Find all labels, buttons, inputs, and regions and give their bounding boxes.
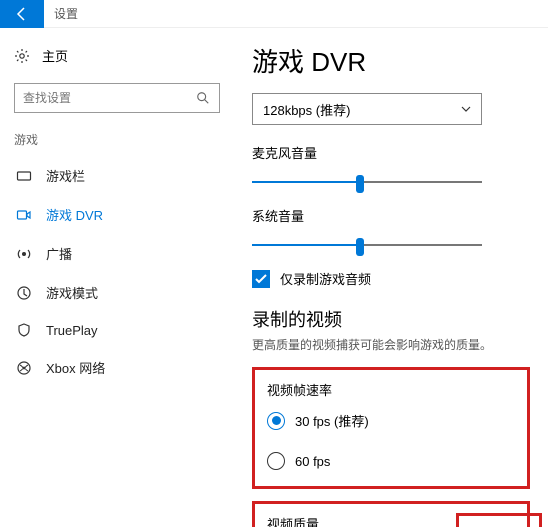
sidebar-item-label: 游戏模式 — [46, 283, 98, 302]
mic-volume-label: 麦克风音量 — [252, 143, 530, 162]
search-input[interactable] — [23, 91, 195, 105]
system-volume-label: 系统音量 — [252, 206, 530, 225]
app-title: 设置 — [44, 5, 78, 22]
radio-30fps[interactable]: 30 fps (推荐) — [267, 405, 515, 436]
frame-rate-label: 视频帧速率 — [267, 380, 515, 399]
sidebar-item-gamebar[interactable]: 游戏栏 — [0, 156, 234, 195]
gamemode-icon — [16, 285, 32, 301]
system-volume-slider[interactable] — [252, 231, 482, 259]
bitrate-dropdown[interactable]: 128kbps (推荐) — [252, 93, 482, 125]
sidebar: 主页 游戏 游戏栏 游戏 DVR 广播 — [0, 28, 234, 527]
radio-60fps[interactable]: 60 fps — [267, 446, 515, 476]
radio-indicator — [267, 452, 285, 470]
trueplay-icon — [16, 322, 32, 338]
titlebar: 设置 — [0, 0, 548, 28]
broadcast-icon — [16, 246, 32, 262]
radio-indicator — [267, 412, 285, 430]
sidebar-item-label: TruePlay — [46, 323, 98, 338]
radio-label: 30 fps (推荐) — [295, 411, 369, 430]
sidebar-item-label: 广播 — [46, 244, 72, 263]
search-icon — [195, 90, 211, 106]
sidebar-item-gamemode[interactable]: 游戏模式 — [0, 273, 234, 312]
sidebar-item-label: 游戏栏 — [46, 166, 85, 185]
search-box[interactable] — [14, 83, 220, 113]
mic-volume-slider[interactable] — [252, 168, 482, 196]
slider-thumb[interactable] — [356, 175, 364, 193]
checkbox-label: 仅录制游戏音频 — [280, 269, 371, 288]
highlight-framerate: 视频帧速率 30 fps (推荐) 60 fps — [252, 367, 530, 489]
highlight-corner — [456, 513, 542, 527]
sidebar-item-label: 游戏 DVR — [46, 205, 103, 224]
category-label: 游戏 — [0, 131, 234, 156]
dvr-icon — [16, 207, 32, 223]
sidebar-item-label: Xbox 网络 — [46, 358, 105, 377]
home-label: 主页 — [42, 46, 68, 65]
home-nav[interactable]: 主页 — [0, 38, 234, 73]
recorded-video-desc: 更高质量的视频捕获可能会影响游戏的质量。 — [252, 336, 530, 353]
sidebar-item-trueplay[interactable]: TruePlay — [0, 312, 234, 348]
gear-icon — [14, 48, 30, 64]
radio-label: 60 fps — [295, 454, 330, 469]
slider-thumb[interactable] — [356, 238, 364, 256]
recorded-video-title: 录制的视频 — [252, 306, 530, 332]
dropdown-value: 128kbps (推荐) — [263, 100, 350, 119]
check-icon — [254, 272, 268, 286]
xbox-icon — [16, 360, 32, 376]
sidebar-item-broadcast[interactable]: 广播 — [0, 234, 234, 273]
chevron-down-icon — [461, 104, 471, 114]
content-area: 游戏 DVR 128kbps (推荐) 麦克风音量 系统音量 — [234, 28, 548, 527]
arrow-left-icon — [14, 6, 30, 22]
gamebar-icon — [16, 168, 32, 184]
page-title: 游戏 DVR — [252, 42, 530, 79]
back-button[interactable] — [0, 0, 44, 28]
record-gameaudio-checkbox[interactable] — [252, 270, 270, 288]
sidebar-item-dvr[interactable]: 游戏 DVR — [0, 195, 234, 234]
sidebar-item-xbox[interactable]: Xbox 网络 — [0, 348, 234, 387]
